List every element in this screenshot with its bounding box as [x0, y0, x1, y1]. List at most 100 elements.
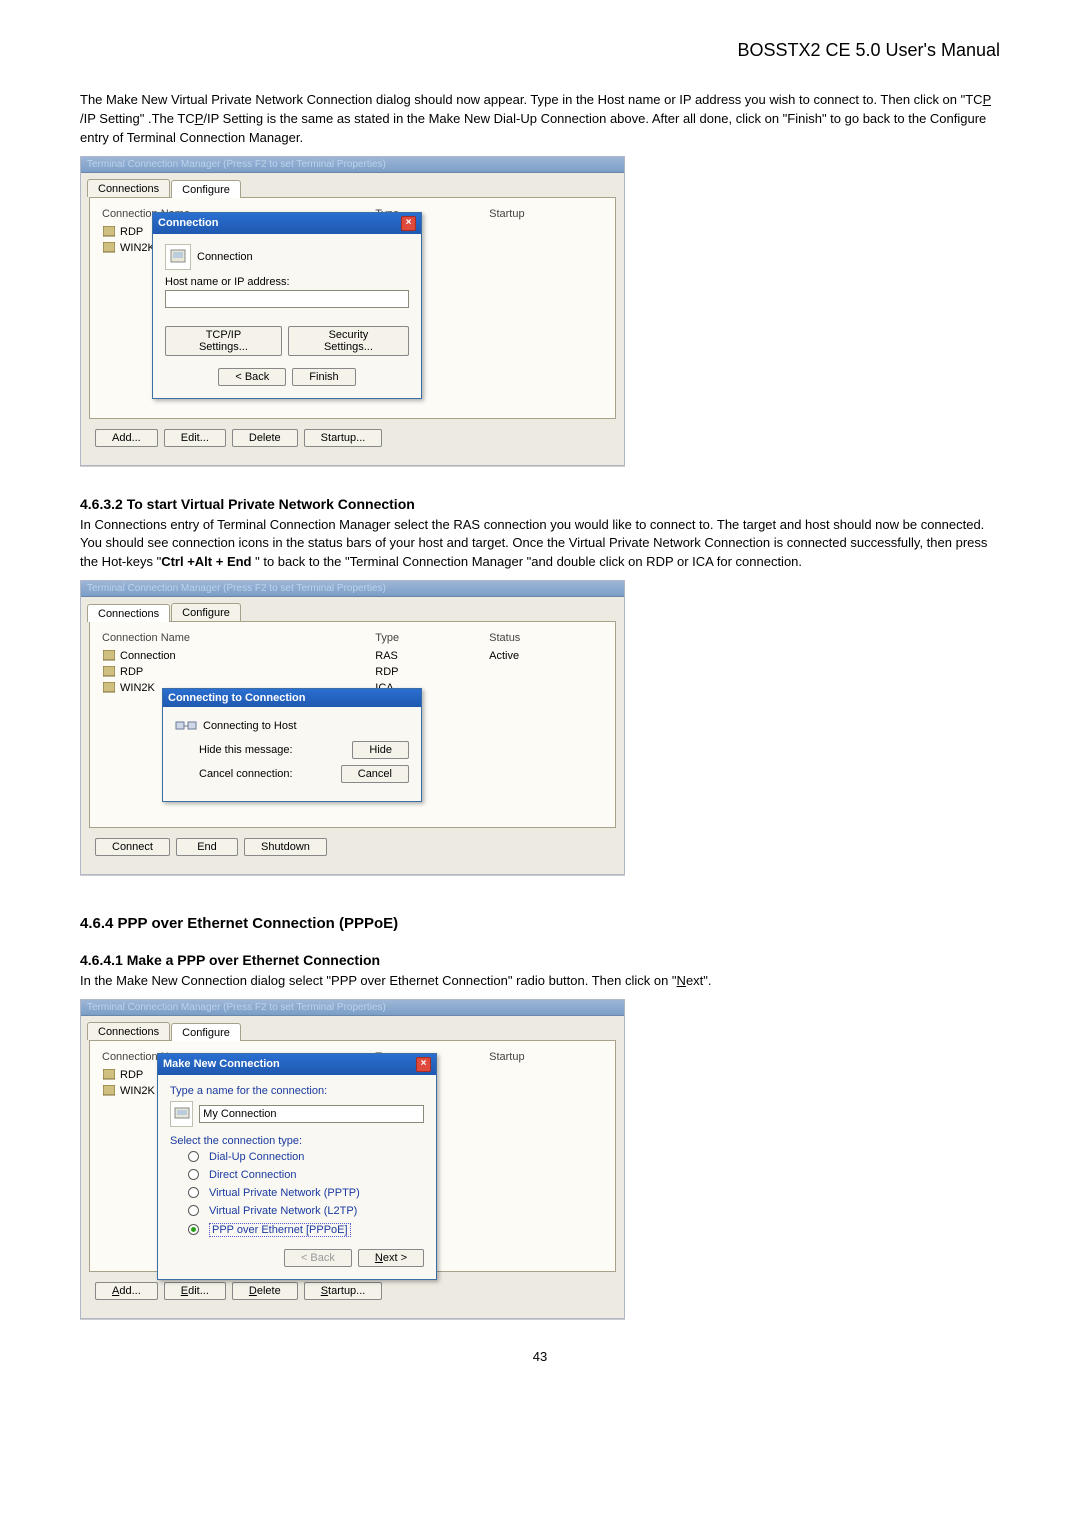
- radio-vpn-pptp[interactable]: Virtual Private Network (PPTP): [188, 1187, 424, 1199]
- dialog-title-text: Connecting to Connection: [168, 692, 305, 704]
- add-button[interactable]: Add...: [95, 1282, 158, 1300]
- tabs-row: Connections Configure: [81, 1016, 624, 1040]
- connect-button[interactable]: Connect: [95, 838, 170, 856]
- p3-text-b: ext".: [686, 973, 712, 988]
- next-underline: N: [375, 1252, 383, 1264]
- connecting-label: Connecting to Host: [203, 720, 297, 732]
- p3-text-a: In the Make New Connection dialog select…: [80, 973, 677, 988]
- heading-464: 4.6.4 PPP over Ethernet Connection (PPPo…: [80, 915, 1000, 932]
- rdp-icon: [102, 225, 116, 239]
- radio-vpn-l2tp[interactable]: Virtual Private Network (L2TP): [188, 1205, 424, 1217]
- intro-paragraph: The Make New Virtual Private Network Con…: [80, 91, 1000, 148]
- paragraph-4632: In Connections entry of Terminal Connect…: [80, 516, 1000, 573]
- select-type-label: Select the connection type:: [170, 1135, 424, 1147]
- hide-button[interactable]: Hide: [352, 741, 409, 759]
- connection-icon: [165, 244, 191, 270]
- close-icon[interactable]: ×: [401, 216, 416, 231]
- list-header: Connection Name Type Status: [102, 632, 603, 648]
- host-label: Host name or IP address:: [165, 276, 409, 288]
- connection-icon: [170, 1101, 193, 1127]
- dialog-titlebar: Make New Connection ×: [158, 1054, 436, 1075]
- window-titlebar: Terminal Connection Manager (Press F2 to…: [81, 157, 624, 173]
- startup-u: S: [321, 1285, 328, 1297]
- ras-icon: [102, 649, 116, 663]
- delete-button[interactable]: Delete: [232, 429, 298, 447]
- heading-4632: 4.6.3.2 To start Virtual Private Network…: [80, 496, 1000, 512]
- col-startup: Startup: [489, 208, 603, 220]
- rdp-icon: [102, 665, 116, 679]
- delete-rest: elete: [257, 1285, 281, 1297]
- end-button[interactable]: End: [176, 838, 238, 856]
- dialog-titlebar: Connecting to Connection: [163, 689, 421, 707]
- add-button[interactable]: Add...: [95, 429, 158, 447]
- tab-configure[interactable]: Configure: [171, 180, 241, 198]
- row-type: RAS: [375, 650, 489, 662]
- p2-bold: Ctrl +Alt + End: [161, 554, 251, 569]
- ica-icon: [102, 681, 116, 695]
- hide-label: Hide this message:: [199, 744, 293, 756]
- finish-button[interactable]: Finish: [292, 368, 355, 386]
- screenshot-connecting: Terminal Connection Manager (Press F2 to…: [80, 580, 625, 875]
- list-item[interactable]: Connection RAS Active: [102, 648, 603, 664]
- screenshot-configure-connection: Terminal Connection Manager (Press F2 to…: [80, 156, 625, 466]
- paragraph-4641: In the Make New Connection dialog select…: [80, 972, 1000, 991]
- row-name: WIN2K: [120, 242, 155, 254]
- window-titlebar: Terminal Connection Manager (Press F2 to…: [81, 581, 624, 597]
- rdp-icon: [102, 1068, 116, 1082]
- row-name: RDP: [120, 1069, 143, 1081]
- row-name: Connection: [120, 650, 176, 662]
- shutdown-button[interactable]: Shutdown: [244, 838, 327, 856]
- p1-text-a: The Make New Virtual Private Network Con…: [80, 92, 983, 107]
- p1-text-b: /IP Setting" .The TC: [80, 111, 195, 126]
- startup-button[interactable]: Startup...: [304, 429, 383, 447]
- cancel-label: Cancel connection:: [199, 768, 293, 780]
- tabs-row: Connections Configure: [81, 597, 624, 621]
- next-rest: ext >: [383, 1252, 407, 1264]
- tab-connections[interactable]: Connections: [87, 604, 170, 622]
- tab-configure[interactable]: Configure: [171, 603, 241, 621]
- delete-u: D: [249, 1285, 257, 1297]
- startup-button[interactable]: Startup...: [304, 1282, 383, 1300]
- make-new-connection-dialog: Make New Connection × Type a name for th…: [157, 1053, 437, 1280]
- radio-label: Dial-Up Connection: [209, 1151, 304, 1163]
- page-title: BOSSTX2 CE 5.0 User's Manual: [80, 40, 1000, 61]
- tab-configure[interactable]: Configure: [171, 1023, 241, 1041]
- edit-u: E: [181, 1285, 188, 1297]
- radio-label: Direct Connection: [209, 1169, 296, 1181]
- tab-connections[interactable]: Connections: [87, 179, 170, 197]
- security-settings-button[interactable]: Security Settings...: [288, 326, 409, 356]
- screenshot-make-new-connection: Terminal Connection Manager (Press F2 to…: [80, 999, 625, 1319]
- col-connection-name: Connection Name: [102, 632, 375, 644]
- edit-button[interactable]: Edit...: [164, 429, 226, 447]
- cancel-button[interactable]: Cancel: [341, 765, 409, 783]
- connection-name-input[interactable]: [199, 1105, 424, 1123]
- p1-text-c: /IP Setting is the same as stated in the…: [80, 111, 986, 145]
- edit-button[interactable]: Edit...: [164, 1282, 226, 1300]
- dialog-title-text: Make New Connection: [163, 1058, 280, 1070]
- tab-connections[interactable]: Connections: [87, 1022, 170, 1040]
- radio-pppoe[interactable]: PPP over Ethernet [PPPoE]: [188, 1223, 424, 1237]
- p3-underline-n: N: [677, 973, 686, 988]
- close-icon[interactable]: ×: [416, 1057, 431, 1072]
- back-button: < Back: [284, 1249, 352, 1267]
- next-button[interactable]: Next >: [358, 1249, 424, 1267]
- row-name: WIN2K: [120, 1085, 155, 1097]
- row-name: WIN2K: [120, 682, 155, 694]
- row-name: RDP: [120, 226, 143, 238]
- delete-button[interactable]: Delete: [232, 1282, 298, 1300]
- dialog-titlebar: Connection ×: [153, 213, 421, 234]
- row-name: RDP: [120, 666, 143, 678]
- radio-direct[interactable]: Direct Connection: [188, 1169, 424, 1181]
- tcpip-settings-button[interactable]: TCP/IP Settings...: [165, 326, 282, 356]
- heading-4641: 4.6.4.1 Make a PPP over Ethernet Connect…: [80, 952, 1000, 968]
- row-status: Active: [489, 650, 603, 662]
- dialog-title-text: Connection: [158, 217, 219, 229]
- network-icon: [175, 717, 197, 735]
- radio-dialup[interactable]: Dial-Up Connection: [188, 1151, 424, 1163]
- dialog-label-connection: Connection: [197, 251, 253, 263]
- radio-label: PPP over Ethernet [PPPoE]: [209, 1223, 351, 1237]
- host-input[interactable]: [165, 290, 409, 308]
- list-item[interactable]: RDP RDP: [102, 664, 603, 680]
- back-button[interactable]: < Back: [218, 368, 286, 386]
- add-rest: dd...: [119, 1285, 140, 1297]
